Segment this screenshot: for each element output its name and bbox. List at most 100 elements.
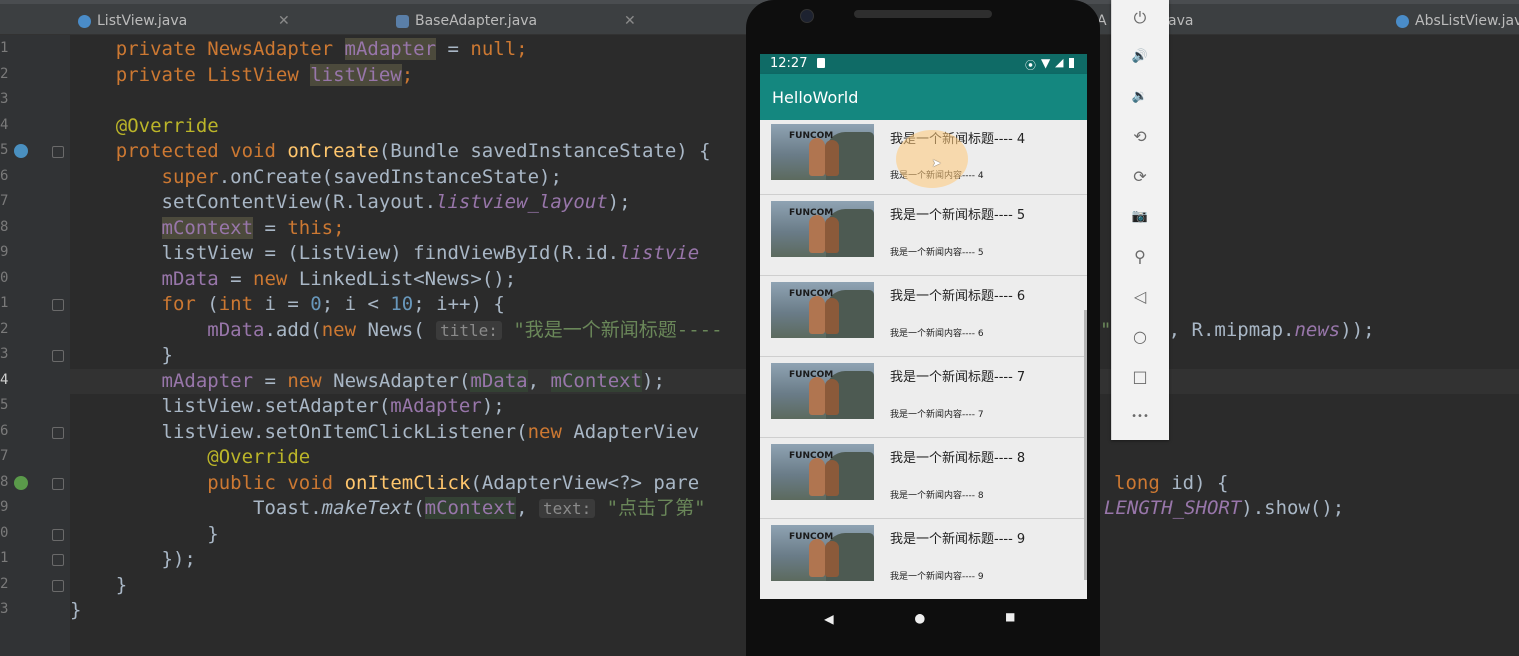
- line-number: 8: [0, 474, 9, 490]
- zoom-icon[interactable]: ⚲: [1130, 247, 1150, 267]
- fold-marker-icon[interactable]: [52, 427, 64, 439]
- tab-label: BaseAdapter.java: [415, 13, 538, 29]
- home-icon[interactable]: ○: [1130, 327, 1150, 347]
- news-thumbnail: FUNCOM: [771, 201, 874, 257]
- line-number: 2: [0, 321, 9, 337]
- code-line: listView.setOnItemClickListener(new Adap…: [70, 421, 700, 443]
- code-line: mData = new LinkedList<News>();: [161, 268, 517, 290]
- param-hint: title:: [436, 321, 502, 340]
- wifi-icon: ▼: [1041, 56, 1051, 70]
- back-icon[interactable]: ◁: [1130, 287, 1150, 307]
- code-line: protected void onCreate(Bundle savedInst…: [70, 140, 711, 162]
- signal-icon: ◢: [1055, 56, 1064, 69]
- tab-partial-2[interactable]: ava: [1168, 8, 1193, 34]
- fold-marker-icon[interactable]: [52, 146, 64, 158]
- line-number: 2: [0, 66, 9, 82]
- override-marker-icon[interactable]: [14, 144, 28, 158]
- line-number: 1: [0, 550, 9, 566]
- fold-marker-icon[interactable]: [52, 554, 64, 566]
- code-line: }: [70, 523, 219, 545]
- status-bar: 12:27 ⦿ ▼ ◢: [760, 54, 1087, 74]
- android-emulator: 12:27 ⦿ ▼ ◢ HelloWorld FUNCOM 我是一个新闻标题--…: [746, 0, 1100, 656]
- tab-abslistview[interactable]: AbsListView.java: [1396, 8, 1519, 34]
- more-icon[interactable]: •••: [1126, 407, 1154, 427]
- line-number: 0: [0, 525, 9, 541]
- line-number: 6: [0, 168, 9, 184]
- fold-marker-icon[interactable]: [52, 580, 64, 592]
- news-content: 我是一个新闻内容---- 5: [890, 248, 984, 258]
- close-icon[interactable]: ✕: [624, 13, 636, 29]
- overview-icon[interactable]: □: [1130, 367, 1150, 387]
- class-icon: [78, 14, 91, 28]
- news-title: 我是一个新闻标题---- 7: [890, 370, 1026, 385]
- power-icon[interactable]: ⏻: [1130, 8, 1150, 28]
- line-number: 5: [0, 397, 9, 413]
- fold-marker-icon[interactable]: [52, 529, 64, 541]
- line-number: 1: [0, 40, 9, 56]
- code-line-fragment: LENGTH_SHORT).show();: [1104, 497, 1345, 519]
- code-line: setContentView(R.layout.listview_layout)…: [70, 191, 631, 213]
- volume-down-icon[interactable]: 🔉: [1130, 87, 1150, 107]
- news-thumbnail: FUNCOM: [771, 282, 874, 338]
- line-number: 9: [0, 244, 9, 260]
- nav-recents-button[interactable]: ■: [1006, 609, 1014, 625]
- line-number-gutter: 1 2 3 4 5 6 7 8 9 0 1 2 3 4 5 6 7 8 9 0 …: [0, 35, 70, 656]
- tab-baseadapter[interactable]: BaseAdapter.java ✕: [396, 8, 636, 34]
- news-list[interactable]: FUNCOM 我是一个新闻标题---- 4 我是一个新闻内容---- 4 ➤ F…: [760, 120, 1087, 599]
- list-item[interactable]: FUNCOM 我是一个新闻标题---- 8 我是一个新闻内容---- 8: [760, 438, 1087, 519]
- code-line: mContext = this;: [161, 217, 345, 239]
- line-number: 7: [0, 448, 9, 464]
- code-line: }: [70, 574, 128, 596]
- volume-up-icon[interactable]: 🔊: [1130, 47, 1150, 67]
- code-line: }: [70, 599, 82, 621]
- implement-marker-icon[interactable]: [14, 476, 28, 490]
- line-number: 2: [0, 576, 9, 592]
- app-bar: HelloWorld: [760, 74, 1087, 120]
- list-item[interactable]: FUNCOM 我是一个新闻标题---- 7 我是一个新闻内容---- 7: [760, 357, 1087, 438]
- code-line: private ListView listView;: [70, 64, 414, 86]
- class-icon: [1396, 14, 1409, 28]
- fold-marker-icon[interactable]: [52, 478, 64, 490]
- list-item[interactable]: FUNCOM 我是一个新闻标题---- 9 我是一个新闻内容---- 9: [760, 519, 1087, 599]
- news-title: 我是一个新闻标题---- 5: [890, 208, 1026, 223]
- param-hint: text:: [539, 499, 596, 518]
- cursor-icon: ➤: [932, 154, 942, 173]
- android-nav-bar: ◀ ● ■: [760, 599, 1087, 639]
- list-scrollbar[interactable]: [1084, 310, 1087, 580]
- code-line: public void onItemClick(AdapterView<?> p…: [207, 472, 700, 494]
- fold-marker-icon[interactable]: [52, 350, 64, 362]
- line-number-current: 4: [0, 372, 9, 388]
- nav-home-button[interactable]: ●: [915, 608, 925, 627]
- line-number: 3: [0, 91, 9, 107]
- rotate-right-icon[interactable]: ⟳: [1130, 167, 1150, 187]
- code-line: for (int i = 0; i < 10; i++) {: [161, 293, 505, 315]
- code-line: listView.setAdapter(mAdapter);: [70, 395, 505, 417]
- line-number: 8: [0, 219, 9, 235]
- news-content: 我是一个新闻内容---- 9: [890, 572, 984, 582]
- camera-icon[interactable]: 📷: [1130, 207, 1150, 227]
- code-line: @Override: [70, 446, 311, 468]
- code-line: mAdapter = new NewsAdapter(mData, mConte…: [161, 370, 665, 392]
- interface-icon: [396, 14, 409, 28]
- line-number: 1: [0, 295, 9, 311]
- nav-back-button[interactable]: ◀: [824, 609, 834, 628]
- tab-label: AbsListView.java: [1415, 13, 1519, 29]
- line-number: 7: [0, 193, 9, 209]
- tab-listview[interactable]: ListView.java ✕: [78, 8, 290, 34]
- emulator-control-panel: ⏻ 🔊 🔉 ⟲ ⟳ 📷 ⚲ ◁ ○ □ •••: [1111, 0, 1169, 440]
- app-title: HelloWorld: [772, 88, 859, 107]
- list-item[interactable]: FUNCOM 我是一个新闻标题---- 5 我是一个新闻内容---- 5: [760, 195, 1087, 276]
- news-title: 我是一个新闻标题---- 9: [890, 532, 1026, 547]
- status-time: 12:27: [770, 56, 808, 71]
- code-line: }: [70, 344, 173, 366]
- news-title: 我是一个新闻标题---- 6: [890, 289, 1026, 304]
- close-icon[interactable]: ✕: [278, 13, 290, 29]
- fold-marker-icon[interactable]: [52, 299, 64, 311]
- rotate-left-icon[interactable]: ⟲: [1130, 127, 1150, 147]
- list-item[interactable]: FUNCOM 我是一个新闻标题---- 6 我是一个新闻内容---- 6: [760, 276, 1087, 357]
- phone-screen[interactable]: 12:27 ⦿ ▼ ◢ HelloWorld FUNCOM 我是一个新闻标题--…: [760, 54, 1087, 599]
- news-content: 我是一个新闻内容---- 8: [890, 491, 984, 501]
- code-line: mData.add(new News( title: "我是一个新闻标题----: [207, 319, 723, 341]
- list-item[interactable]: FUNCOM 我是一个新闻标题---- 4 我是一个新闻内容---- 4 ➤: [760, 120, 1087, 195]
- code-line: listView = (ListView) findViewById(R.id.…: [70, 242, 700, 264]
